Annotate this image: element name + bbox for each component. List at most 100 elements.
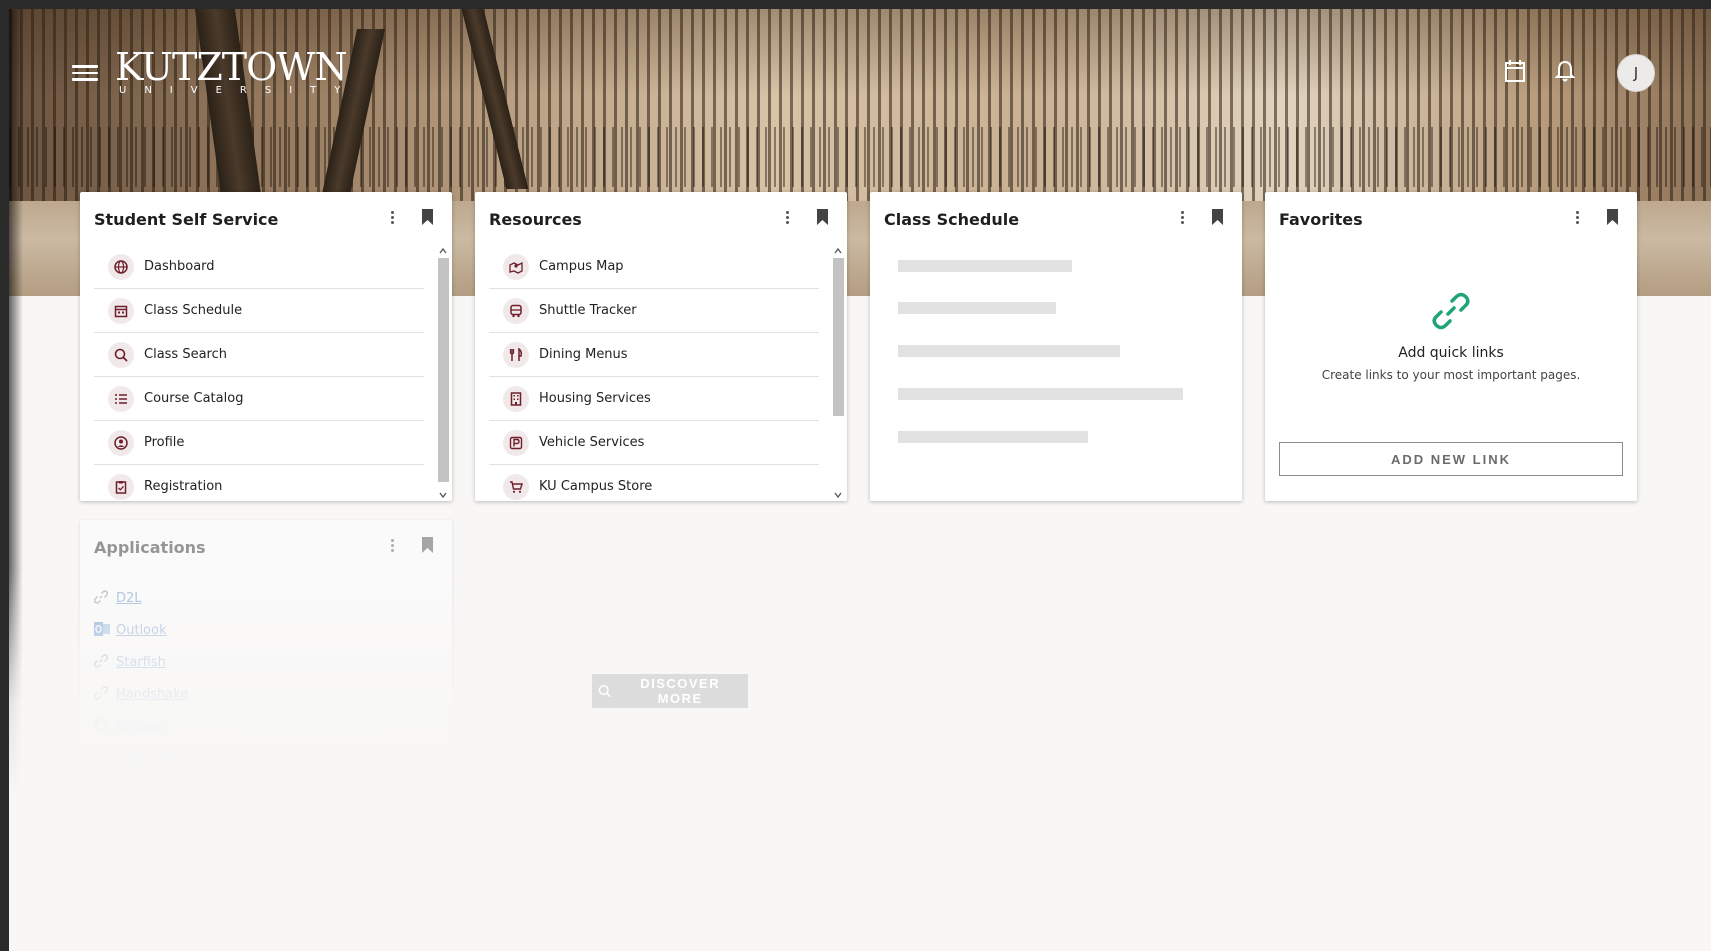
app-link-label: Handshake [116,687,189,702]
app-link-engage[interactable]: Engage [94,718,165,734]
logo-wordmark: KUTZTOWN [115,45,348,89]
app-link-outlook[interactable]: Outlook [94,622,167,638]
card-title: Class Schedule [884,210,1020,229]
list-item-label: Course Catalog [144,391,244,406]
list-item[interactable]: KU Campus Store [489,465,819,505]
link-icon [93,750,110,764]
more-options-icon[interactable] [780,209,794,227]
engage-icon [94,718,110,732]
list-item-label: Class Schedule [144,303,243,318]
self-service-list: Dashboard Class Schedule Class Search Co… [94,245,424,505]
link-icon [1265,292,1637,334]
list-item-label: KU Campus Store [539,479,653,494]
list-item[interactable]: Dashboard [94,245,424,289]
scrollbar[interactable] [437,245,449,503]
app-link-label: Engage [116,719,165,734]
bookmark-icon[interactable] [1211,209,1224,225]
list-item-label: Dashboard [144,259,215,274]
list-item[interactable]: Shuttle Tracker [489,289,819,333]
list-item-label: Registration [144,479,223,494]
list-item[interactable]: Class Search [94,333,424,377]
list-item-label: Profile [144,435,185,450]
app-link-label: Outlook [116,623,167,638]
hamburger-menu-icon[interactable] [72,61,98,83]
app-link-d2l[interactable]: D2L [93,590,142,606]
bookmark-icon[interactable] [421,209,434,225]
bus-icon [503,297,529,324]
scrollbar[interactable] [832,245,844,503]
resources-list: Campus Map Shuttle Tracker Dining Menus … [489,245,819,505]
map-icon [503,253,529,280]
list-item-label: Campus Map [539,259,624,274]
list-item[interactable]: Housing Services [489,377,819,421]
card-resources: Resources Campus Map Shuttle Tracker Din… [475,192,847,501]
bookmark-icon[interactable] [1606,209,1619,225]
list-item-label: Class Search [144,347,227,362]
utensils-icon [503,341,529,368]
app-link-label: Starfish [116,655,166,670]
list-item-label: Shuttle Tracker [539,303,637,318]
bookmark-icon[interactable] [421,537,434,553]
app-link-office-365[interactable]: Office 365 [93,750,183,766]
loading-placeholder [898,345,1120,357]
list-item[interactable]: Campus Map [489,245,819,289]
loading-placeholder [898,388,1183,400]
card-title: Favorites [1279,210,1363,229]
list-item[interactable]: Vehicle Services [489,421,819,465]
app-link-label: D2L [116,591,142,606]
app-link-starfish[interactable]: Starfish [93,654,166,670]
calendar-icon[interactable] [1504,59,1526,87]
list-item-label: Housing Services [539,391,651,406]
card-title: Student Self Service [94,210,279,229]
app-link-label: Office 365 [116,751,183,766]
user-circle-icon [108,429,134,456]
list-item[interactable]: Class Schedule [94,289,424,333]
empty-state-title: Add quick links [1398,345,1504,361]
bell-icon[interactable] [1554,59,1576,87]
link-icon [93,590,110,604]
more-options-icon[interactable] [385,537,399,555]
discover-more-label: DISCOVER MORE [640,676,721,706]
outlook-icon [94,622,110,636]
card-class-schedule: Class Schedule [870,192,1242,501]
scrollbar-thumb[interactable] [438,258,449,482]
list-item-label: Dining Menus [539,347,628,362]
list-item[interactable]: Dining Menus [489,333,819,377]
left-shadow [9,9,23,951]
app-link-handshake[interactable]: Handshake [93,686,189,702]
list-item[interactable]: Registration [94,465,424,505]
portal-frame: KUTZTOWN UNIVERSITY J Student Self Servi… [9,9,1711,951]
loading-placeholder [898,431,1088,443]
more-options-icon[interactable] [1175,209,1189,227]
card-title: Applications [94,538,206,557]
logo-subtitle: UNIVERSITY [119,85,359,96]
kutztown-logo[interactable]: KUTZTOWN UNIVERSITY [115,47,358,96]
more-options-icon[interactable] [1570,209,1584,227]
list-item[interactable]: Course Catalog [94,377,424,421]
search-icon [598,685,611,698]
bookmark-icon[interactable] [816,209,829,225]
link-icon [93,686,110,700]
list-icon [108,385,134,412]
card-applications: Applications D2L Outlook Starfish Handsh… [80,520,452,830]
card-title: Resources [489,210,582,229]
discover-more-button[interactable]: DISCOVER MORE [592,674,748,708]
card-favorites: Favorites Add quick links Create links t… [1265,192,1637,501]
globe-icon [108,253,134,280]
clipboard-icon [108,473,134,500]
user-avatar[interactable]: J [1617,54,1655,92]
list-item[interactable]: Profile [94,421,424,465]
calendar-icon [108,297,134,324]
link-icon [93,654,110,668]
more-options-icon[interactable] [385,209,399,227]
cart-icon [503,473,529,500]
parking-icon [503,429,529,456]
scrollbar-thumb[interactable] [833,258,844,416]
search-icon [108,341,134,368]
empty-state-text: Create links to your most important page… [1321,368,1581,382]
top-bar: KUTZTOWN UNIVERSITY J [9,9,1711,149]
loading-placeholder [898,260,1072,272]
loading-placeholder [898,302,1056,314]
add-new-link-button[interactable]: ADD NEW LINK [1279,442,1623,476]
building-icon [503,385,529,412]
